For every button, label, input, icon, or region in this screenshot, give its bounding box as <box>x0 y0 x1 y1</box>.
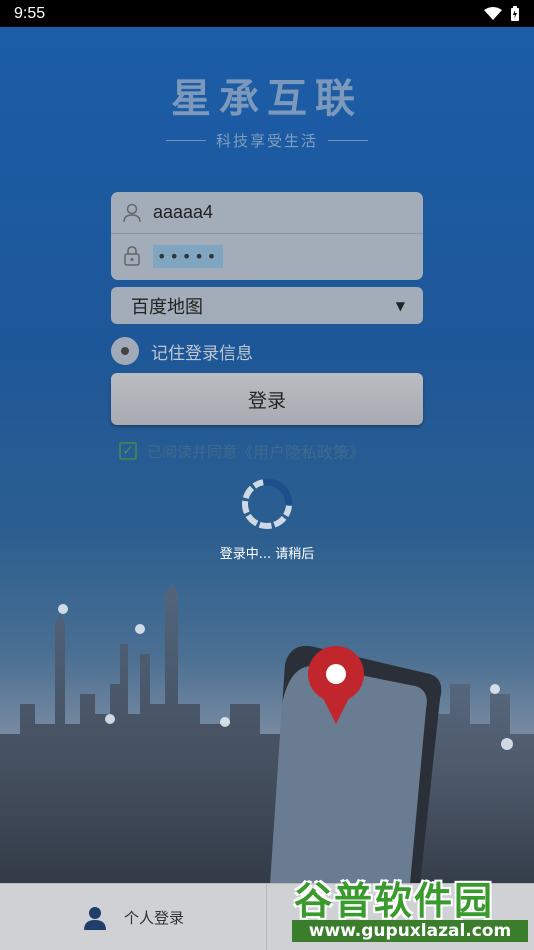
map-provider-value: 百度地图 <box>131 296 203 318</box>
watermark-title: 谷普软件园 <box>294 879 495 923</box>
loading-spinner-icon <box>241 478 293 530</box>
remember-radio[interactable] <box>111 337 139 365</box>
password-value: ••••• <box>153 244 224 268</box>
brand-title: 星承互联 <box>171 76 363 122</box>
tab-personal-login-label: 个人登录 <box>123 909 184 927</box>
watermark-logo: 谷普软件园 www.gupuxlazal.com <box>290 866 530 946</box>
username-value: aaaaa4 <box>153 202 214 222</box>
tab-personal-login[interactable]: 个人登录 <box>0 884 267 950</box>
battery-icon <box>511 5 519 21</box>
brand-header: 星承互联 科技享受生活 <box>0 66 534 151</box>
loading-text: 登录中... 请稍后 <box>219 547 315 562</box>
radio-dot <box>121 347 129 355</box>
watermark-url: www.gupuxlazal.com <box>292 920 528 942</box>
city-skyline-image <box>0 584 534 884</box>
privacy-agreement: ✓ 已阅读并同意 《用户隐私政策》 <box>119 440 365 462</box>
dropdown-arrow-icon: ▼ <box>395 298 405 313</box>
map-provider-select[interactable]: 百度地图 ▼ <box>111 287 423 324</box>
username-field[interactable]: aaaaa4 <box>111 192 423 234</box>
divider-right <box>328 140 368 141</box>
user-icon <box>123 203 141 222</box>
agree-checkbox[interactable]: ✓ <box>119 442 137 460</box>
brand-subtitle-row: 科技享受生活 <box>0 130 534 151</box>
status-icons <box>484 5 520 22</box>
remember-option[interactable]: 记住登录信息 <box>111 336 253 366</box>
brand-subtitle: 科技享受生活 <box>215 132 318 150</box>
status-time: 9:55 <box>14 4 46 22</box>
credentials-box: aaaaa4 ••••• <box>111 192 423 280</box>
login-button[interactable]: 登录 <box>111 373 423 425</box>
person-icon <box>83 906 106 930</box>
privacy-policy-link[interactable]: 《用户隐私政策》 <box>237 439 365 463</box>
password-field[interactable]: ••••• <box>111 235 423 277</box>
agree-prefix: 已阅读并同意 <box>147 442 238 461</box>
wifi-icon <box>484 6 502 20</box>
lock-icon <box>124 246 140 266</box>
divider-left <box>165 140 206 141</box>
remember-label: 记住登录信息 <box>151 343 253 364</box>
status-bar: 9:55 <box>0 0 534 27</box>
